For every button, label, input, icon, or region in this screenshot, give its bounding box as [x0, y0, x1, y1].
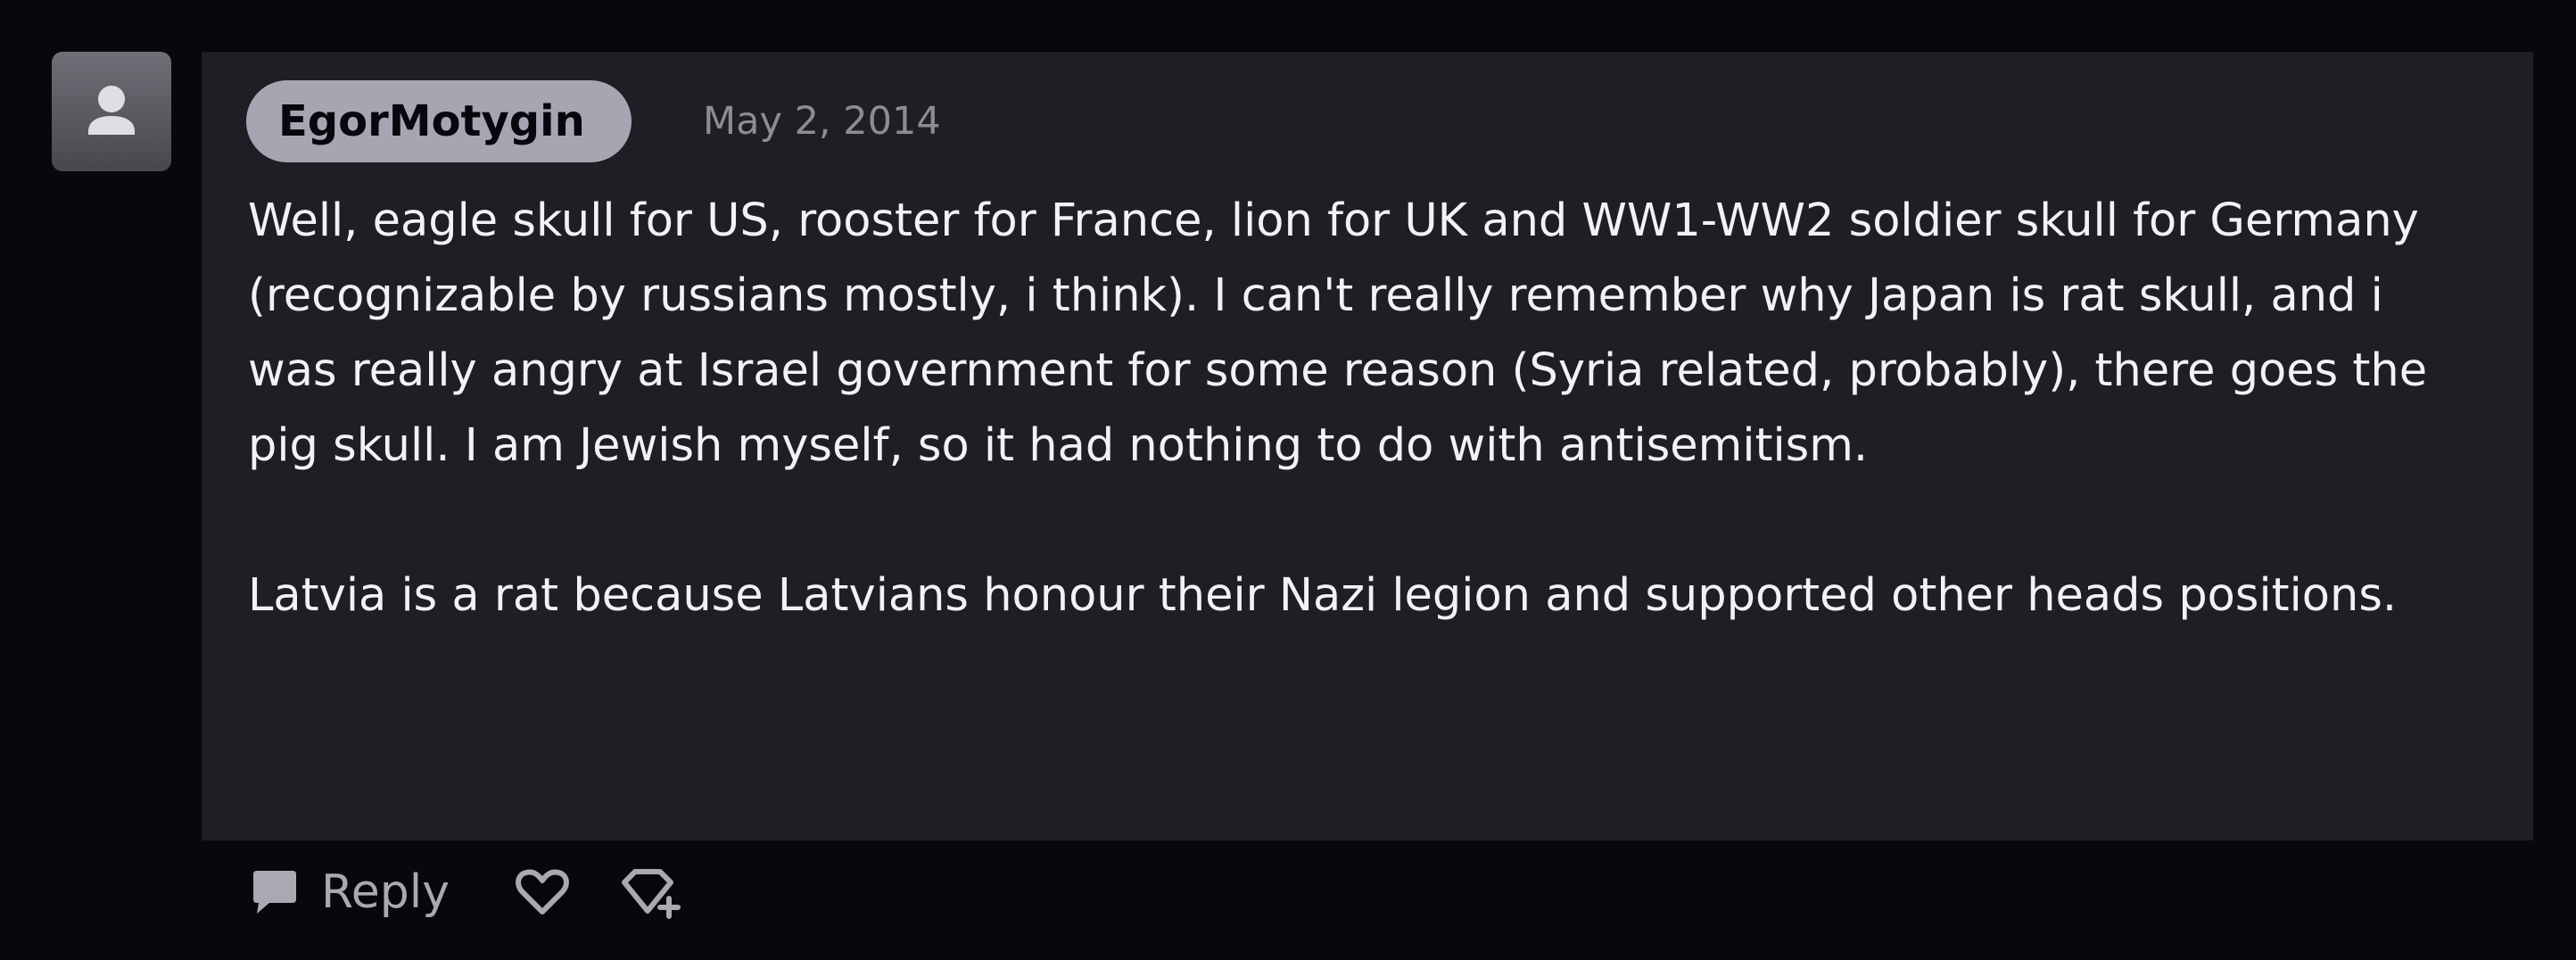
comment-date: May 2, 2014 — [703, 99, 941, 144]
username-badge[interactable]: EgorMotygin — [246, 80, 632, 162]
comment-actions: Reply — [248, 857, 683, 928]
gem-plus-icon — [622, 869, 681, 919]
heart-icon — [516, 869, 569, 914]
comment-card: EgorMotygin May 2, 2014 Well, eagle skul… — [202, 52, 2533, 840]
comment-paragraph: Latvia is a rat because Latvians honour … — [248, 569, 2398, 622]
speech-bubble-icon — [253, 871, 296, 914]
user-icon — [88, 86, 135, 135]
reply-button[interactable]: Reply — [248, 857, 450, 928]
award-button[interactable] — [621, 865, 683, 920]
avatar[interactable] — [52, 52, 171, 171]
comment-paragraph: Well, eagle skull for US, rooster for Fr… — [248, 194, 2428, 472]
comment-body: Well, eagle skull for US, rooster for Fr… — [248, 184, 2442, 633]
reply-label: Reply — [321, 865, 450, 919]
like-button[interactable] — [514, 865, 571, 919]
